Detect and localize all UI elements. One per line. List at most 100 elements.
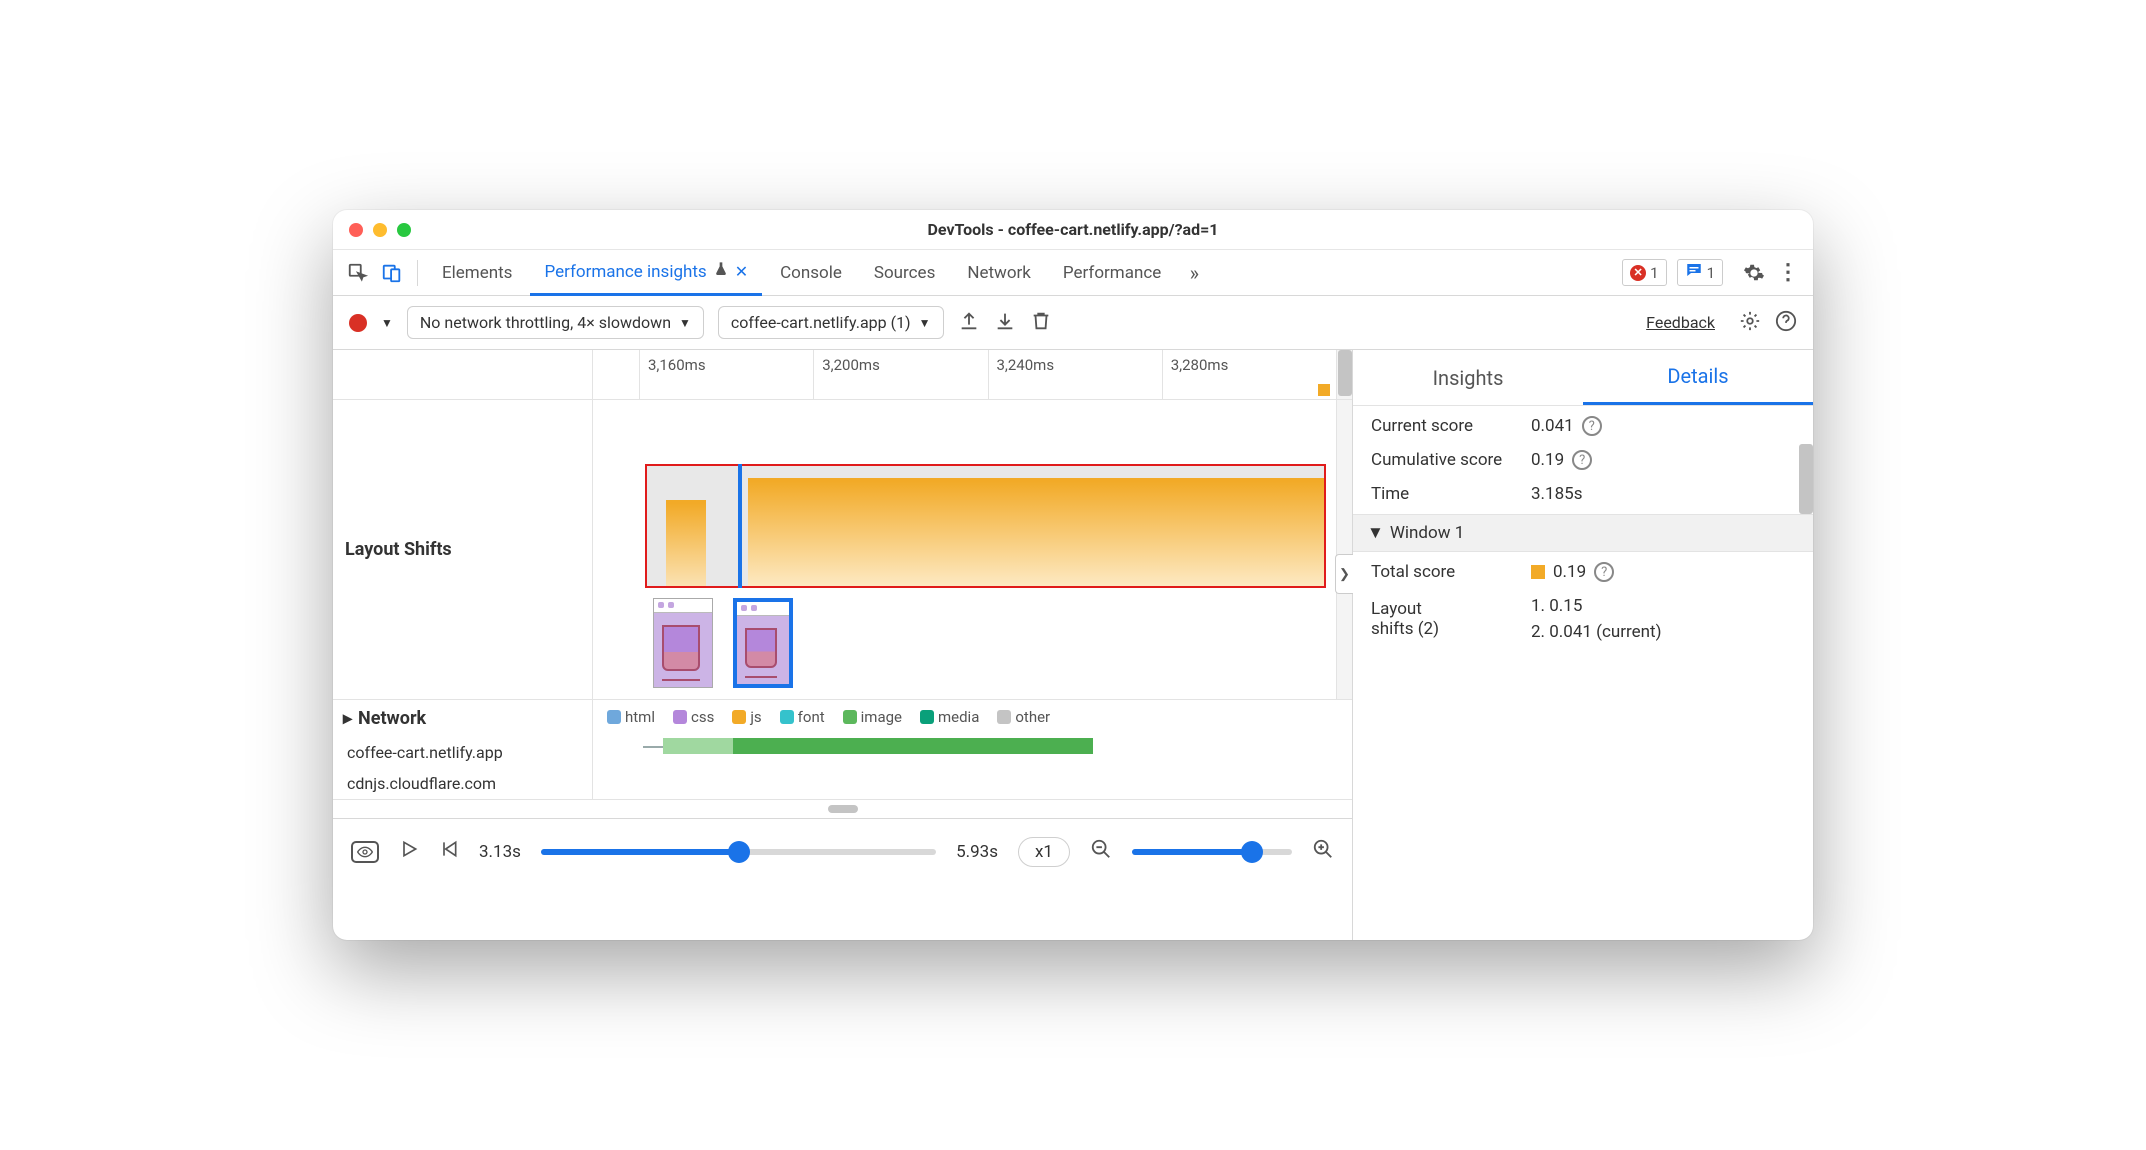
tab-label: Performance insights <box>544 262 706 282</box>
swatch-media <box>920 710 934 724</box>
layout-shift-item-1[interactable]: 1. 0.15 <box>1531 596 1795 616</box>
help-icon[interactable]: ? <box>1582 416 1602 436</box>
main-content: 3,160ms 3,200ms 3,240ms 3,280ms Layout S… <box>333 350 1813 940</box>
preview-toggle-icon[interactable] <box>351 841 379 863</box>
layout-shifts-list: 1. 0.15 2. 0.041 (current) <box>1531 596 1795 642</box>
throttling-select[interactable]: No network throttling, 4× slowdown ▼ <box>407 306 704 339</box>
sidebar-scrollbar[interactable] <box>1799 444 1813 514</box>
layout-shift-bar-1[interactable] <box>666 500 706 586</box>
layout-shifts-label: Layout Shifts <box>333 400 593 699</box>
messages-badge[interactable]: 1 <box>1677 259 1723 286</box>
swatch-css <box>673 710 687 724</box>
tab-console[interactable]: Console <box>766 250 856 296</box>
playback-speed[interactable]: x1 <box>1018 837 1070 867</box>
panel-settings-icon[interactable] <box>1739 310 1761 336</box>
close-tab-icon[interactable]: ✕ <box>735 262 748 281</box>
inspect-icon[interactable] <box>343 258 373 288</box>
more-tabs-icon[interactable]: » <box>1179 258 1209 288</box>
window-header-label: Window 1 <box>1390 523 1464 543</box>
play-button[interactable] <box>399 839 419 864</box>
tab-performance-insights[interactable]: Performance insights ✕ <box>530 250 762 296</box>
screenshot-thumbnail-2[interactable] <box>733 598 793 688</box>
vertical-scrollbar[interactable] <box>1336 400 1352 699</box>
tab-details[interactable]: Details <box>1583 350 1813 405</box>
window-section-header[interactable]: ▼ Window 1 <box>1353 514 1813 552</box>
network-host-1[interactable]: coffee-cart.netlify.app <box>333 737 592 768</box>
screenshot-thumbnail-1[interactable] <box>653 598 713 688</box>
cumulative-score-label: Cumulative score <box>1371 450 1521 470</box>
timeline-ruler: 3,160ms 3,200ms 3,240ms 3,280ms <box>333 350 1352 400</box>
device-toggle-icon[interactable] <box>377 258 407 288</box>
flask-icon <box>713 261 729 282</box>
feedback-link[interactable]: Feedback <box>1646 313 1715 332</box>
layout-shift-item-2[interactable]: 2. 0.041 (current) <box>1531 622 1795 642</box>
chevron-right-icon: ▸ <box>343 708 352 729</box>
playback-slider[interactable] <box>541 849 936 855</box>
zoom-slider[interactable] <box>1132 849 1292 855</box>
details-grid: Current score 0.041 ? Cumulative score 0… <box>1353 406 1813 514</box>
devtools-window: DevTools - coffee-cart.netlify.app/?ad=1… <box>333 210 1813 940</box>
minimize-window-button[interactable] <box>373 223 387 237</box>
chevron-down-icon: ▼ <box>1367 523 1384 543</box>
swatch-html <box>607 710 621 724</box>
network-legend: html css js font image media other <box>593 700 1352 734</box>
download-icon[interactable] <box>994 310 1016 336</box>
swatch-font <box>780 710 794 724</box>
tab-elements[interactable]: Elements <box>428 250 526 296</box>
network-left: ▸ Network coffee-cart.netlify.app cdnjs.… <box>333 700 593 799</box>
layout-shift-bar-2[interactable] <box>748 478 1324 586</box>
current-score-value: 0.041 ? <box>1531 416 1795 436</box>
messages-count: 1 <box>1707 264 1715 282</box>
errors-badge[interactable]: ✕ 1 <box>1622 259 1666 286</box>
layout-shifts-track[interactable] <box>593 400 1336 699</box>
rewind-button[interactable] <box>439 839 459 864</box>
tab-sources[interactable]: Sources <box>860 250 949 296</box>
tab-insights[interactable]: Insights <box>1353 350 1583 405</box>
record-menu-icon[interactable]: ▼ <box>381 316 393 330</box>
perf-toolbar: ▼ No network throttling, 4× slowdown ▼ c… <box>333 296 1813 350</box>
score-indicator-icon <box>1531 565 1545 579</box>
help-icon[interactable] <box>1775 310 1797 336</box>
timeline-pane: 3,160ms 3,200ms 3,240ms 3,280ms Layout S… <box>333 350 1353 940</box>
throttling-value: No network throttling, 4× slowdown <box>420 313 671 332</box>
playback-end-time: 5.93s <box>956 842 998 862</box>
upload-icon[interactable] <box>958 310 980 336</box>
time-value: 3.185s <box>1531 484 1795 504</box>
help-icon[interactable]: ? <box>1594 562 1614 582</box>
delete-icon[interactable] <box>1030 310 1052 336</box>
ruler-tick: 3,240ms <box>988 350 1162 399</box>
ruler-label-blank <box>333 350 593 399</box>
event-marker <box>1318 384 1330 396</box>
ruler-tick: 3,280ms <box>1162 350 1336 399</box>
total-score-label: Total score <box>1371 562 1521 582</box>
playhead-marker[interactable] <box>738 464 742 588</box>
horizontal-scrollbar[interactable] <box>333 800 1352 818</box>
time-label: Time <box>1371 484 1521 504</box>
trace-value: coffee-cart.netlify.app (1) <box>731 313 911 332</box>
zoom-out-icon[interactable] <box>1090 838 1112 865</box>
window-details-grid: Total score 0.19 ? Layout shifts (2) 1. … <box>1353 552 1813 652</box>
message-icon <box>1685 261 1703 284</box>
expand-sidebar-icon[interactable]: ❯ <box>1335 554 1353 594</box>
help-icon[interactable]: ? <box>1572 450 1592 470</box>
layout-shifts-row: Layout Shifts <box>333 400 1352 700</box>
zoom-window-button[interactable] <box>397 223 411 237</box>
swatch-image <box>843 710 857 724</box>
close-window-button[interactable] <box>349 223 363 237</box>
main-tabs: Elements Performance insights ✕ Console … <box>333 250 1813 296</box>
settings-icon[interactable] <box>1739 258 1769 288</box>
kebab-menu-icon[interactable]: ⋮ <box>1773 258 1803 288</box>
network-label: Network <box>358 708 426 729</box>
vertical-scrollbar[interactable] <box>1336 350 1352 399</box>
record-button[interactable] <box>349 314 367 332</box>
network-host-2[interactable]: cdnjs.cloudflare.com <box>333 768 592 799</box>
tab-network[interactable]: Network <box>953 250 1045 296</box>
trace-select[interactable]: coffee-cart.netlify.app (1) ▼ <box>718 306 944 339</box>
network-bars[interactable] <box>593 734 1352 774</box>
window-title: DevTools - coffee-cart.netlify.app/?ad=1 <box>333 220 1813 239</box>
ruler-tick: 3,160ms <box>639 350 813 399</box>
ruler-ticks[interactable]: 3,160ms 3,200ms 3,240ms 3,280ms <box>593 350 1336 399</box>
tab-performance[interactable]: Performance <box>1049 250 1175 296</box>
network-section-header[interactable]: ▸ Network <box>333 700 592 737</box>
zoom-in-icon[interactable] <box>1312 838 1334 865</box>
